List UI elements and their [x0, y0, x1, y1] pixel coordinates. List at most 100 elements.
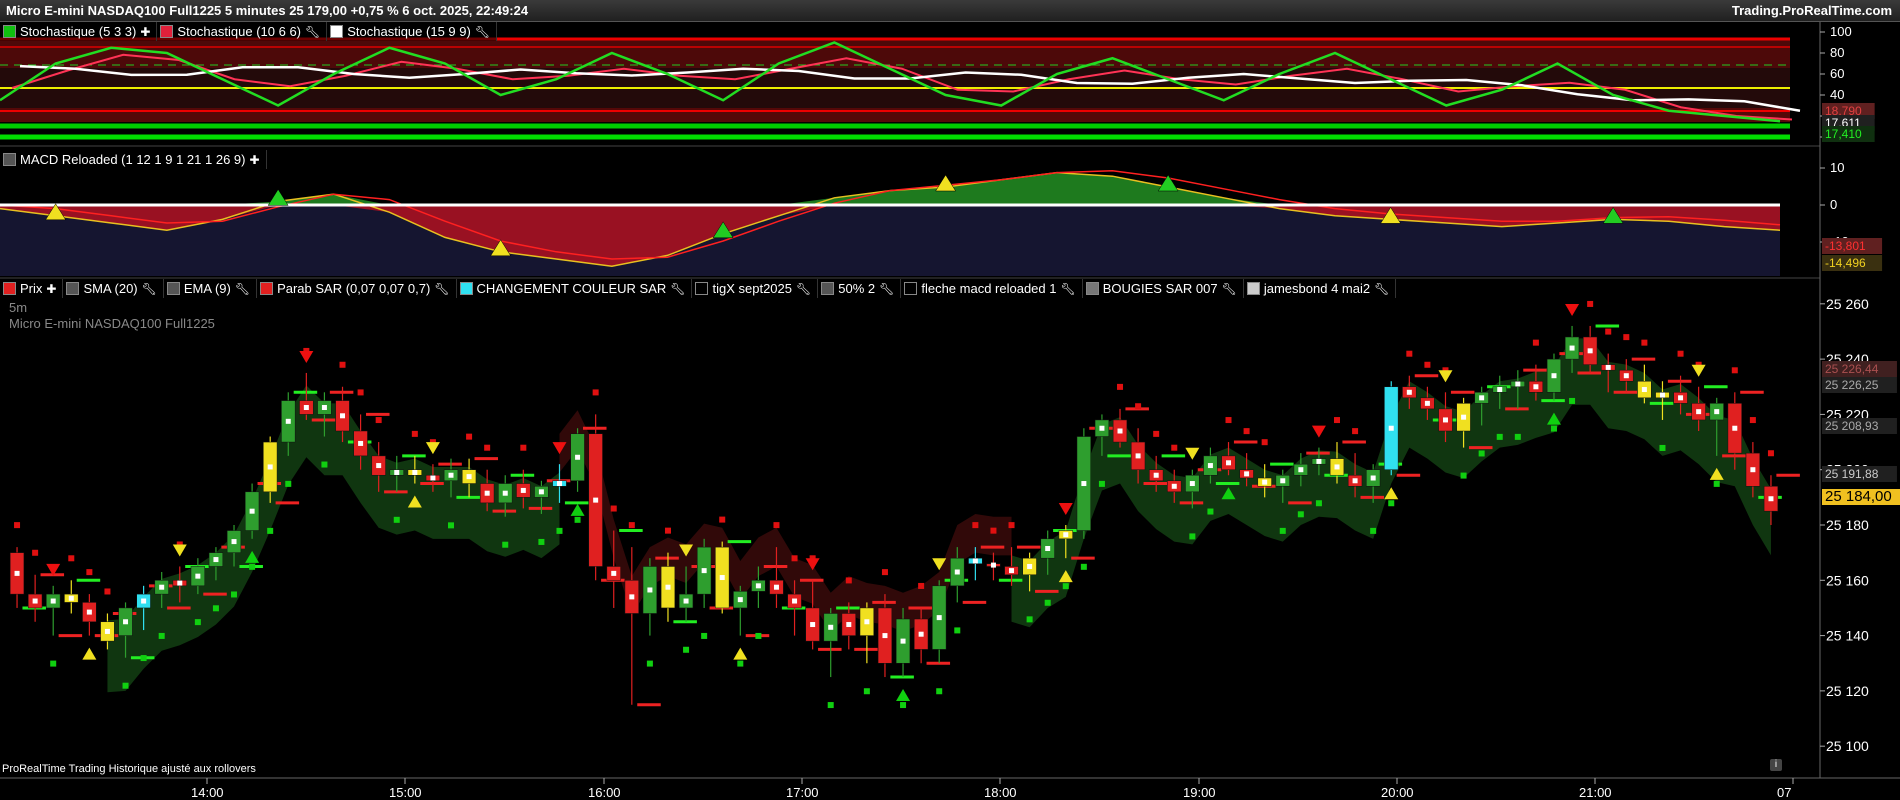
candle-center-dot: [104, 628, 110, 634]
legend-price-indicator[interactable]: SMA (20) 🔧︎: [63, 279, 164, 298]
sar-dot: [502, 541, 509, 548]
wrench-icon[interactable]: 🔧︎: [1222, 282, 1237, 296]
sar-dot: [68, 555, 75, 562]
wrench-icon[interactable]: 🔧︎: [1061, 282, 1076, 296]
sar-dot: [1514, 433, 1521, 440]
color-swatch-icon: [695, 282, 709, 295]
candle-center-dot: [647, 587, 653, 593]
legend-label: tigX sept2025: [712, 281, 792, 296]
sar-dot: [321, 461, 328, 468]
color-swatch-icon: [160, 25, 174, 38]
legend-stoch-15-9-9[interactable]: Stochastique (15 9 9) 🔧︎: [327, 22, 498, 41]
legend-macd-reloaded[interactable]: MACD Reloaded (1 12 1 9 1 21 1 26 9) ✚: [0, 150, 267, 169]
candle-center-dot: [502, 490, 508, 496]
candle-center-dot: [665, 584, 671, 590]
legend-price-indicator[interactable]: Parab SAR (0,07 0,07 0,7) 🔧︎: [257, 279, 457, 298]
instrument-label: Micro E-mini NASDAQ100 Full1225: [9, 316, 215, 331]
plus-icon[interactable]: ✚: [249, 153, 259, 167]
candle-center-dot: [719, 575, 725, 581]
candle-center-dot: [954, 569, 960, 575]
wrench-icon[interactable]: 🔧︎: [670, 282, 685, 296]
legend-price-indicator[interactable]: Prix ✚: [0, 279, 64, 298]
wrench-icon[interactable]: 🔧︎: [235, 282, 250, 296]
sar-dot: [122, 682, 129, 689]
legend-stoch-5-3-3[interactable]: Stochastique (5 3 3) ✚: [0, 22, 158, 41]
sar-dot: [863, 688, 870, 695]
plus-icon[interactable]: ✚: [140, 25, 150, 39]
candle-center-dot: [556, 481, 562, 487]
axis-tick-label: 25 140: [1826, 628, 1869, 644]
sar-dot: [1062, 583, 1069, 590]
candle-center-dot: [1226, 460, 1232, 466]
axis-tick-label: 25 180: [1826, 517, 1869, 533]
candle-center-dot: [846, 622, 852, 628]
legend-label: EMA (9): [183, 281, 231, 296]
candle-center-dot: [484, 490, 490, 496]
color-swatch-icon: [904, 282, 918, 295]
sar-dot: [1641, 339, 1648, 346]
legend-price-indicator[interactable]: CHANGEMENT COULEUR SAR 🔧︎: [456, 279, 693, 298]
legend-price-indicator[interactable]: BOUGIES SAR 007 🔧︎: [1082, 279, 1244, 298]
candle-center-dot: [159, 584, 165, 590]
wrench-icon[interactable]: 🔧︎: [796, 282, 811, 296]
legend-price-indicator[interactable]: EMA (9) 🔧︎: [163, 279, 258, 298]
color-swatch-icon: [821, 282, 835, 295]
legend-price-indicator[interactable]: tigX sept2025 🔧︎: [692, 279, 819, 298]
candle-center-dot: [1207, 463, 1213, 469]
wrench-icon[interactable]: 🔧︎: [434, 282, 449, 296]
legend-price-indicator[interactable]: 50% 2 🔧︎: [818, 279, 902, 298]
legend-price-indicator[interactable]: jamesbond 4 mai2 🔧︎: [1243, 279, 1397, 298]
chart-canvas[interactable]: 100806040200 100-10 25 26025 24025 22025…: [0, 0, 1900, 800]
sar-dot: [1044, 599, 1051, 606]
wrench-icon[interactable]: 🔧︎: [1374, 282, 1389, 296]
candle-center-dot: [213, 557, 219, 563]
candle-center-dot: [810, 622, 816, 628]
sar-dot: [1677, 350, 1684, 357]
plus-icon[interactable]: ✚: [46, 282, 56, 296]
price-panel[interactable]: [9, 300, 1800, 709]
legend-label: jamesbond 4 mai2: [1263, 281, 1371, 296]
wrench-icon[interactable]: 🔧︎: [142, 282, 157, 296]
sar-dot: [1460, 472, 1467, 479]
candle-center-dot: [737, 597, 743, 603]
sar-dot: [936, 688, 943, 695]
candle-center-dot: [1244, 471, 1250, 477]
axis-tick-label: 18:00: [984, 785, 1017, 800]
sar-dot: [791, 555, 798, 562]
up-arrow-icon: [896, 689, 911, 702]
sar-dot: [646, 660, 653, 667]
color-swatch-icon: [3, 282, 16, 295]
candle-center-dot: [755, 583, 761, 589]
candle-center-dot: [1262, 479, 1268, 485]
candle-center-dot: [990, 562, 996, 568]
macd-readout: -13,801: [1825, 239, 1866, 253]
sar-dot: [755, 632, 762, 639]
sar-dot: [520, 444, 527, 451]
color-swatch-icon: [3, 153, 16, 166]
wrench-icon[interactable]: 🔧︎: [879, 282, 894, 296]
candle-center-dot: [1533, 384, 1539, 390]
sar-dot: [1659, 444, 1666, 451]
legend-price-indicator[interactable]: fleche macd reloaded 1 🔧︎: [901, 279, 1083, 298]
wrench-icon[interactable]: 🔧︎: [305, 25, 320, 39]
wrench-icon[interactable]: 🔧︎: [475, 25, 490, 39]
legend-label: Stochastique (15 9 9): [347, 24, 471, 39]
sar-dot: [1189, 533, 1196, 540]
macd-panel[interactable]: [0, 147, 1820, 279]
sar-dot: [592, 389, 599, 396]
candle-center-dot: [972, 558, 978, 564]
candle-center-dot: [773, 584, 779, 590]
candle-center-dot: [123, 619, 129, 625]
sar-dot: [719, 516, 726, 523]
sar-dot: [1207, 508, 1214, 515]
sar-dot: [375, 417, 382, 424]
sar-dot: [1225, 417, 1232, 424]
candle-center-dot: [231, 539, 237, 545]
legend-label: CHANGEMENT COULEUR SAR: [476, 281, 667, 296]
info-icon[interactable]: i: [1770, 759, 1782, 771]
legend-stoch-10-6-6[interactable]: Stochastique (10 6 6) 🔧︎: [157, 22, 328, 41]
sar-dot: [194, 619, 201, 626]
axis-tick-label: 0: [1830, 197, 1837, 212]
sar-dot: [1605, 328, 1612, 335]
stoch-readout: 17,410: [1825, 127, 1862, 141]
